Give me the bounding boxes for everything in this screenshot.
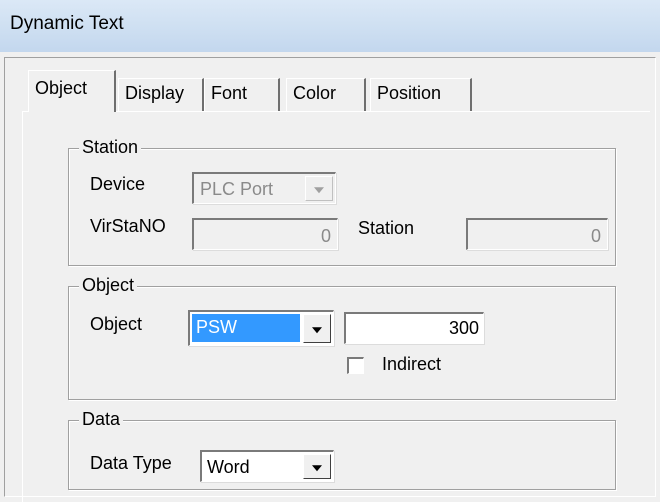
tab-panel-object xyxy=(22,111,650,502)
tab-position-label: Position xyxy=(377,83,442,103)
tab-display-label: Display xyxy=(125,83,185,103)
tab-object[interactable]: Object xyxy=(28,70,116,112)
tab-display[interactable]: Display xyxy=(118,78,204,112)
tab-font[interactable]: Font xyxy=(204,78,280,112)
title-bar[interactable]: Dynamic Text xyxy=(0,0,660,52)
tab-object-label: Object xyxy=(35,78,88,98)
tab-position[interactable]: Position xyxy=(370,78,472,112)
tab-color[interactable]: Color xyxy=(286,78,366,112)
window-title: Dynamic Text xyxy=(10,13,124,34)
tab-font-label: Font xyxy=(211,83,248,103)
tab-color-label: Color xyxy=(293,83,337,103)
